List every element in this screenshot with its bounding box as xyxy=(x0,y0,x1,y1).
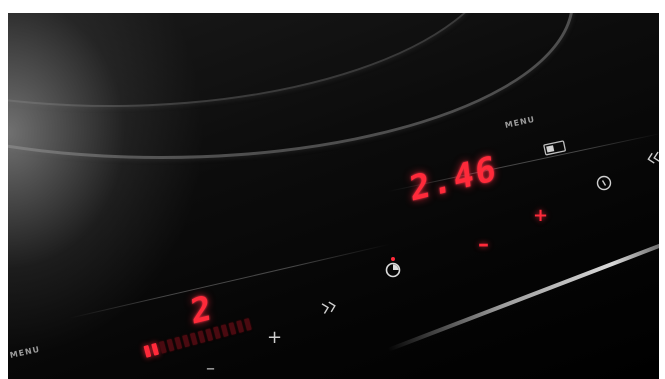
power-level-display: 2 xyxy=(188,287,215,334)
timer-minus-button[interactable]: – xyxy=(478,232,489,257)
cooktop-glass-panel: MENU 2.46 + – 2 – + MENU xyxy=(8,13,659,379)
slider-segment[interactable] xyxy=(212,326,221,340)
panel-divider-line-lower xyxy=(67,243,390,319)
menu-label-lower: MENU xyxy=(9,344,41,360)
menu-label-upper: MENU xyxy=(504,114,536,130)
slider-segment[interactable] xyxy=(151,342,160,356)
slider-segment[interactable] xyxy=(236,320,245,333)
slider-segment[interactable] xyxy=(243,317,252,331)
cooking-zone-ring-inner xyxy=(8,13,574,159)
slider-segment[interactable] xyxy=(174,336,183,350)
slider-segment[interactable] xyxy=(189,332,198,346)
double-chevron-right-icon[interactable] xyxy=(318,297,341,317)
slider-segment[interactable] xyxy=(228,322,237,336)
chevron-left-icon[interactable] xyxy=(644,148,659,165)
slider-segment[interactable] xyxy=(166,338,175,352)
timer-display: 2.46 xyxy=(407,148,500,211)
slider-segment[interactable] xyxy=(158,340,167,354)
pause-icon[interactable] xyxy=(542,137,566,156)
slider-segment[interactable] xyxy=(205,328,214,342)
timer-plus-button[interactable]: + xyxy=(533,205,548,226)
slider-segment[interactable] xyxy=(143,344,152,358)
slider-segment[interactable] xyxy=(182,334,191,348)
power-minus-button[interactable]: – xyxy=(206,358,215,379)
power-plus-button[interactable]: + xyxy=(267,327,282,348)
timer-icon[interactable] xyxy=(380,251,406,281)
power-icon[interactable] xyxy=(595,174,613,192)
slider-segment[interactable] xyxy=(197,330,206,344)
cooktop-front-edge xyxy=(387,240,659,352)
slider-segment[interactable] xyxy=(220,324,229,338)
